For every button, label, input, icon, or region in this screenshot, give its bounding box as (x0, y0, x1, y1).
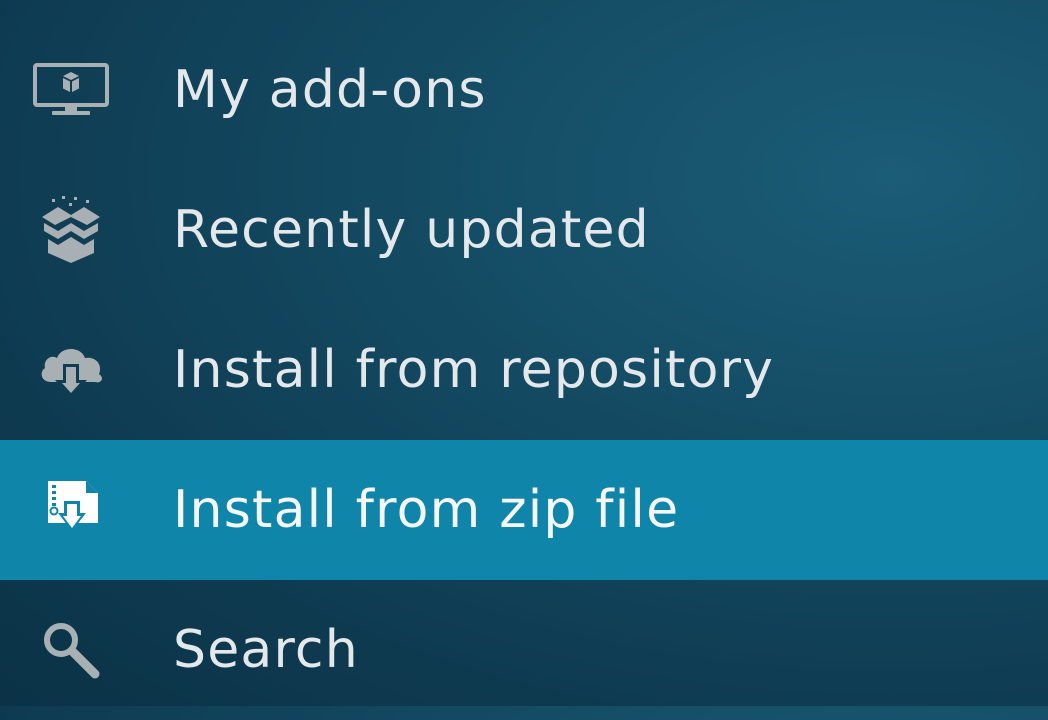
menu-item-label: Install from repository (173, 340, 775, 400)
cloud-download-icon (30, 338, 112, 402)
menu-item-label: Install from zip file (173, 480, 680, 540)
zip-file-download-icon (30, 478, 112, 542)
menu-item-my-addons[interactable]: My add-ons (0, 20, 1048, 160)
addons-menu: My add-ons Recently updated Install from… (0, 0, 1048, 706)
search-icon (30, 618, 112, 682)
open-box-icon (30, 196, 112, 263)
menu-item-label: Recently updated (173, 200, 650, 260)
menu-item-recently-updated[interactable]: Recently updated (0, 160, 1048, 300)
menu-item-label: Search (173, 620, 359, 680)
menu-item-label: My add-ons (173, 60, 487, 120)
menu-item-install-from-zip[interactable]: Install from zip file (0, 440, 1048, 580)
monitor-addon-icon (30, 58, 112, 122)
menu-item-install-from-repository[interactable]: Install from repository (0, 300, 1048, 440)
menu-item-search[interactable]: Search (0, 580, 1048, 720)
